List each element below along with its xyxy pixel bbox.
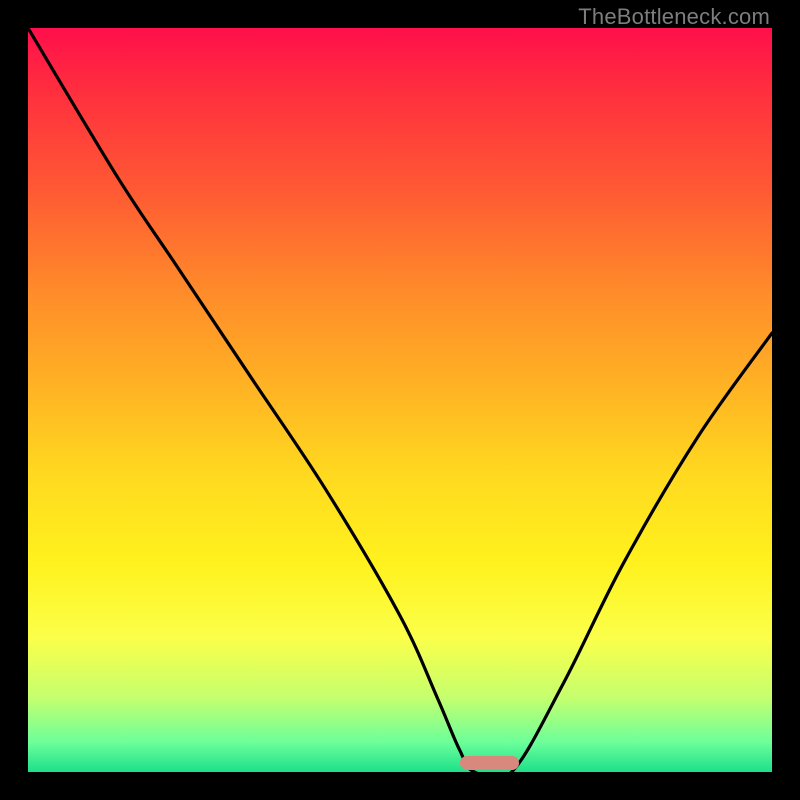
curve-path: [28, 28, 772, 772]
bottleneck-curve: [28, 28, 772, 772]
trough-marker: [460, 756, 520, 770]
chart-frame: TheBottleneck.com: [0, 0, 800, 800]
plot-area: [28, 28, 772, 772]
attribution-label: TheBottleneck.com: [578, 4, 770, 30]
